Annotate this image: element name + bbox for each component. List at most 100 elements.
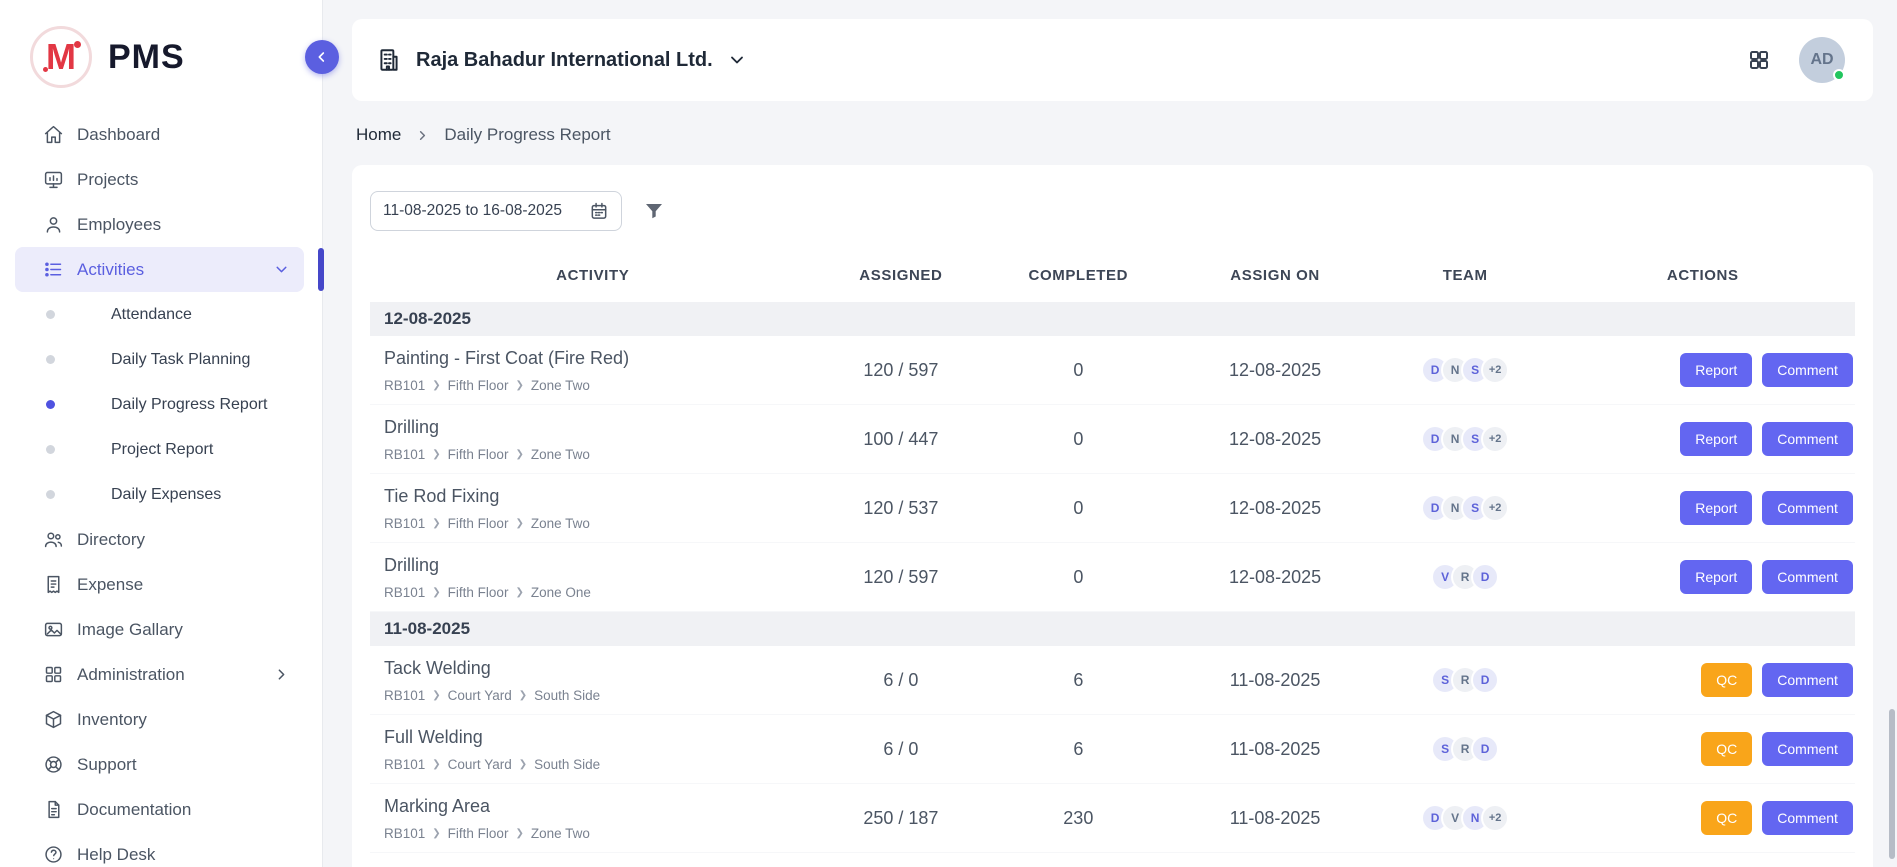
team-extra-badge[interactable]: +2 xyxy=(1481,804,1509,832)
team-extra-badge[interactable]: +2 xyxy=(1481,494,1509,522)
sidebar-subitem-attendance[interactable]: Attendance xyxy=(15,292,304,337)
team-extra-badge[interactable]: +2 xyxy=(1481,425,1509,453)
column-header-completed: COMPLETED xyxy=(986,267,1170,284)
qc-button[interactable]: QC xyxy=(1701,663,1752,697)
path-segment: RB101 xyxy=(384,585,425,600)
column-header-activity: ACTIVITY xyxy=(370,267,816,284)
activity-path: RB101❯Fifth Floor❯Zone Two xyxy=(384,826,816,841)
table-row: DrillingRB101❯Fifth Floor❯Zone Two120 / … xyxy=(370,853,1855,867)
sidebar-subitem-daily-expenses[interactable]: Daily Expenses xyxy=(15,472,304,517)
filter-button[interactable] xyxy=(642,199,666,223)
report-button[interactable]: Report xyxy=(1680,560,1752,594)
chevron-right-icon: ❯ xyxy=(519,690,527,701)
sidebar-item-activities[interactable]: Activities xyxy=(15,247,304,292)
projects-icon xyxy=(42,169,64,191)
company-selector[interactable]: Raja Bahadur International Ltd. xyxy=(376,47,747,73)
sidebar-item-support[interactable]: Support xyxy=(15,742,304,787)
comment-button[interactable]: Comment xyxy=(1762,491,1853,525)
row-actions: QC Comment xyxy=(1551,801,1855,835)
breadcrumb-home[interactable]: Home xyxy=(356,125,401,145)
logo-m-icon: M xyxy=(30,26,92,88)
page-scrollbar[interactable] xyxy=(1889,709,1895,859)
chevron-right-icon: ❯ xyxy=(432,690,440,701)
chevron-right-icon: ❯ xyxy=(519,759,527,770)
completed-value: 230 xyxy=(986,808,1170,829)
activity-path: RB101❯Court Yard❯South Side xyxy=(384,688,816,703)
completed-value: 0 xyxy=(986,429,1170,450)
path-segment: South Side xyxy=(534,688,600,703)
table-row: Tie Rod FixingRB101❯Fifth Floor❯Zone Two… xyxy=(370,474,1855,543)
chevron-right-icon: ❯ xyxy=(515,828,523,839)
sidebar-item-label: Activities xyxy=(77,260,144,280)
date-range-input[interactable] xyxy=(383,202,581,220)
sidebar-item-dashboard[interactable]: Dashboard xyxy=(15,112,304,157)
sidebar-item-employees[interactable]: Employees xyxy=(15,202,304,247)
sidebar-nav: DashboardProjectsEmployees Activities Atte… xyxy=(0,108,322,867)
user-menu[interactable]: AD xyxy=(1799,37,1845,83)
assign-on-value: 11-08-2025 xyxy=(1170,808,1379,829)
activity-path: RB101❯Fifth Floor❯Zone Two xyxy=(384,378,816,393)
sidebar-subitem-daily-task-planning[interactable]: Daily Task Planning xyxy=(15,337,304,382)
bullet-icon xyxy=(46,310,55,319)
qc-button[interactable]: QC xyxy=(1701,732,1752,766)
qc-button[interactable]: QC xyxy=(1701,801,1752,835)
activity-title: Marking Area xyxy=(384,796,816,817)
comment-button[interactable]: Comment xyxy=(1762,801,1853,835)
sidebar-item-documentation[interactable]: Documentation xyxy=(15,787,304,832)
apps-grid-button[interactable] xyxy=(1747,48,1771,72)
chevron-right-icon: ❯ xyxy=(515,518,523,529)
sidebar-item-label: Administration xyxy=(77,665,185,685)
report-button[interactable]: Report xyxy=(1680,422,1752,456)
date-range-picker[interactable] xyxy=(370,191,622,231)
sidebar-subitem-label: Attendance xyxy=(111,306,192,324)
activity-cell: DrillingRB101❯Fifth Floor❯Zone Two xyxy=(370,417,816,462)
sidebar-subitem-daily-progress-report[interactable]: Daily Progress Report xyxy=(15,382,304,427)
path-segment: Fifth Floor xyxy=(448,447,509,462)
path-segment: Zone Two xyxy=(531,378,590,393)
sidebar-item-inventory[interactable]: Inventory xyxy=(15,697,304,742)
team-avatars: DNS+2 xyxy=(1380,425,1551,453)
team-avatar[interactable]: D xyxy=(1471,563,1499,591)
assign-on-value: 11-08-2025 xyxy=(1170,670,1379,691)
comment-button[interactable]: Comment xyxy=(1762,732,1853,766)
sidebar-item-image-gallary[interactable]: Image Gallary xyxy=(15,607,304,652)
path-segment: South Side xyxy=(534,757,600,772)
report-button[interactable]: Report xyxy=(1680,491,1752,525)
chevron-right-icon xyxy=(415,128,430,143)
team-avatar[interactable]: D xyxy=(1471,735,1499,763)
comment-button[interactable]: Comment xyxy=(1762,353,1853,387)
completed-value: 0 xyxy=(986,360,1170,381)
team-avatar[interactable]: D xyxy=(1471,666,1499,694)
top-header: Raja Bahadur International Ltd. AD xyxy=(352,19,1873,101)
report-button[interactable]: Report xyxy=(1680,353,1752,387)
bullet-icon xyxy=(46,400,55,409)
breadcrumb-current: Daily Progress Report xyxy=(444,125,610,145)
sidebar-item-expense[interactable]: Expense xyxy=(15,562,304,607)
sidebar-item-label: Directory xyxy=(77,530,145,550)
sidebar-item-help-desk[interactable]: Help Desk xyxy=(15,832,304,867)
chevron-down-icon xyxy=(727,50,747,70)
comment-button[interactable]: Comment xyxy=(1762,422,1853,456)
path-segment: Fifth Floor xyxy=(448,826,509,841)
activity-cell: Full WeldingRB101❯Court Yard❯South Side xyxy=(370,727,816,772)
team-avatars: DNS+2 xyxy=(1380,356,1551,384)
app-root: M PMS DashboardProjectsEmployeesActiviti… xyxy=(0,0,1897,867)
sidebar-subitem-project-report[interactable]: Project Report xyxy=(15,427,304,472)
team-extra-badge[interactable]: +2 xyxy=(1481,356,1509,384)
date-group-row: 11-08-2025 xyxy=(370,612,1855,646)
sidebar-item-directory[interactable]: Directory xyxy=(15,517,304,562)
activity-path: RB101❯Fifth Floor❯Zone Two xyxy=(384,516,816,531)
home-icon xyxy=(42,124,64,146)
row-actions: QC Comment xyxy=(1551,732,1855,766)
comment-button[interactable]: Comment xyxy=(1762,663,1853,697)
table-header: ACTIVITYASSIGNEDCOMPLETEDASSIGN ONTEAMAC… xyxy=(370,241,1855,302)
path-segment: Fifth Floor xyxy=(448,516,509,531)
sidebar-item-projects[interactable]: Projects xyxy=(15,157,304,202)
sidebar-item-administration[interactable]: Administration xyxy=(15,652,304,697)
filter-row xyxy=(370,191,1855,231)
chevron-right-icon: ❯ xyxy=(432,449,440,460)
sidebar-collapse-button[interactable] xyxy=(305,40,339,74)
funnel-icon xyxy=(642,199,666,223)
comment-button[interactable]: Comment xyxy=(1762,560,1853,594)
path-segment: Zone Two xyxy=(531,447,590,462)
